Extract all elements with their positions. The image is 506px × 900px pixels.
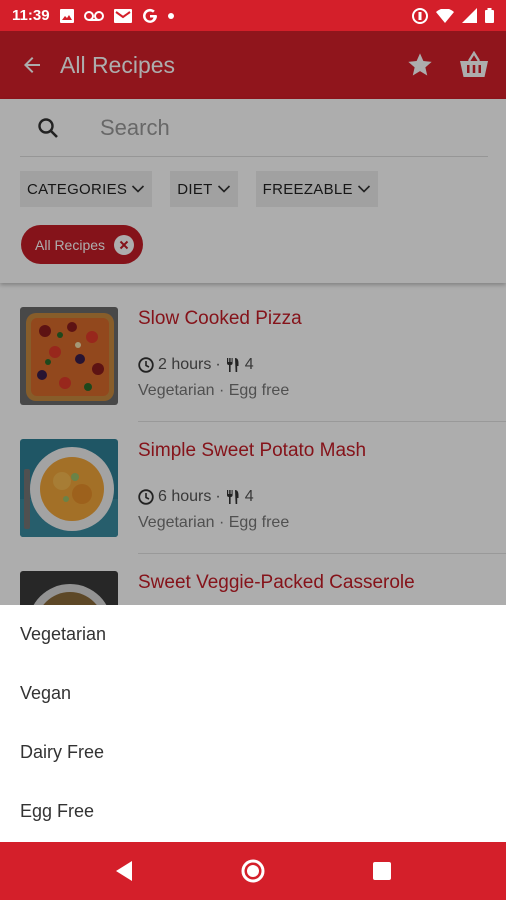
system-nav-bar xyxy=(0,842,506,900)
home-circle-icon xyxy=(241,859,265,883)
dnd-icon xyxy=(412,7,428,24)
diet-option-vegan[interactable]: Vegan xyxy=(0,664,506,723)
status-time: 11:39 xyxy=(12,7,50,24)
modal-scrim[interactable] xyxy=(0,31,506,605)
diet-option-dairy-free[interactable]: Dairy Free xyxy=(0,723,506,782)
nav-recents-button[interactable] xyxy=(362,851,402,891)
diet-option-egg-free[interactable]: Egg Free xyxy=(0,782,506,841)
image-icon xyxy=(59,8,74,24)
wifi-icon xyxy=(436,8,454,24)
diet-option-vegetarian[interactable]: Vegetarian xyxy=(0,605,506,664)
nav-home-button[interactable] xyxy=(233,851,273,891)
voicemail-icon xyxy=(83,8,104,24)
back-triangle-icon xyxy=(116,861,133,881)
recents-square-icon xyxy=(372,862,391,880)
signal-icon xyxy=(462,8,477,24)
nav-back-button[interactable] xyxy=(104,851,144,891)
battery-icon xyxy=(485,8,494,24)
google-icon xyxy=(142,8,158,24)
status-bar: 11:39 xyxy=(0,0,506,31)
gmail-icon xyxy=(113,8,132,24)
diet-options-sheet: Vegetarian Vegan Dairy Free Egg Free xyxy=(0,605,506,842)
dot-icon xyxy=(167,8,174,24)
